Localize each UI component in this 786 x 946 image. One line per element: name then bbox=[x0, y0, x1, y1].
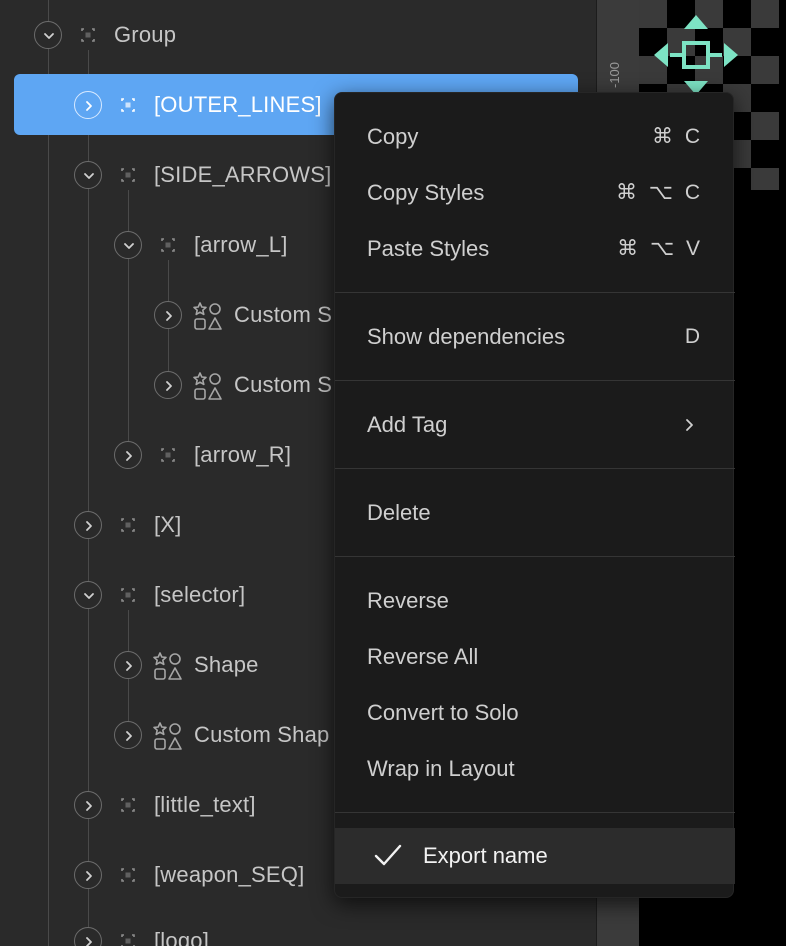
tree-row-label: Custom S bbox=[234, 302, 333, 327]
menu-item-label: Reverse All bbox=[367, 644, 479, 669]
tree-row-label: [little_text] bbox=[154, 792, 256, 817]
menu-item-shortcut: ⌘ ⌥ V bbox=[617, 237, 703, 260]
tree-row-label: [arrow_L] bbox=[194, 232, 288, 257]
frame-icon bbox=[121, 168, 135, 182]
frame-icon bbox=[121, 518, 135, 532]
checker-tile bbox=[751, 0, 779, 28]
chevron-right-icon bbox=[686, 419, 693, 431]
menu-item-label: Convert to Solo bbox=[367, 700, 519, 725]
chevron-right-icon[interactable] bbox=[154, 301, 182, 329]
checker-tile bbox=[751, 112, 779, 140]
menu-item-convert-to-solo[interactable]: Convert to Solo bbox=[335, 685, 735, 741]
checker-tile bbox=[751, 56, 779, 84]
chevron-right-icon[interactable] bbox=[74, 927, 102, 946]
tree-row-label: Group bbox=[114, 22, 177, 47]
tree-row-label: Custom Shap bbox=[194, 722, 330, 747]
tree-row-label: Custom S bbox=[234, 372, 333, 397]
shapes-icon bbox=[193, 302, 222, 330]
context-menu: Copy ⌘ C Copy Styles ⌘ ⌥ C Paste Styles … bbox=[334, 92, 735, 898]
frame-icon bbox=[161, 448, 175, 462]
menu-item-label: Copy bbox=[367, 124, 419, 149]
tree-row-logo[interactable]: [logo] bbox=[0, 906, 596, 946]
tree-row-label: [logo] bbox=[154, 928, 210, 946]
menu-separator bbox=[335, 556, 735, 557]
chevron-down-icon[interactable] bbox=[34, 21, 62, 49]
menu-item-label: Copy Styles bbox=[367, 180, 485, 205]
frame-icon bbox=[121, 798, 135, 812]
tree-row-label: [X] bbox=[154, 512, 182, 537]
menu-item-shortcut: ⌘ C bbox=[652, 125, 703, 148]
chevron-right-icon[interactable] bbox=[114, 441, 142, 469]
chevron-down-icon[interactable] bbox=[114, 231, 142, 259]
frame-icon bbox=[121, 588, 135, 602]
menu-separator bbox=[335, 292, 735, 293]
chevron-right-icon[interactable] bbox=[74, 91, 102, 119]
menu-item-label: Add Tag bbox=[367, 412, 448, 437]
menu-item-label: Show dependencies bbox=[367, 324, 566, 349]
shapes-icon bbox=[193, 372, 222, 400]
chevron-right-icon[interactable] bbox=[74, 791, 102, 819]
tree-row-label: [OUTER_LINES] bbox=[154, 92, 322, 117]
menu-item-export-name[interactable]: Export name bbox=[335, 828, 735, 884]
ruler-tick-label: -100 bbox=[607, 61, 622, 88]
menu-separator bbox=[335, 380, 735, 381]
menu-item-shortcut: D bbox=[684, 325, 703, 348]
menu-item-label: Wrap in Layout bbox=[367, 756, 515, 781]
chevron-right-icon[interactable] bbox=[114, 721, 142, 749]
move-arrows-icon[interactable] bbox=[654, 15, 738, 95]
frame-icon bbox=[121, 868, 135, 882]
menu-item-copy-styles[interactable]: Copy Styles ⌘ ⌥ C bbox=[335, 165, 735, 221]
menu-item-label: Paste Styles bbox=[367, 236, 490, 261]
menu-item-label: Export name bbox=[423, 843, 548, 868]
frame-icon bbox=[121, 934, 135, 946]
menu-item-delete[interactable]: Delete bbox=[335, 485, 735, 541]
tree-row-label: [arrow_R] bbox=[194, 442, 292, 467]
frame-icon bbox=[121, 98, 135, 112]
menu-item-show-dependencies[interactable]: Show dependencies D bbox=[335, 309, 735, 365]
tree-row-group[interactable]: Group bbox=[0, 0, 596, 70]
tree-row-label: [weapon_SEQ] bbox=[154, 862, 305, 887]
menu-item-wrap-in-layout[interactable]: Wrap in Layout bbox=[335, 741, 735, 797]
frame-icon bbox=[161, 238, 175, 252]
checkmark-icon bbox=[374, 844, 402, 866]
menu-item-add-tag[interactable]: Add Tag bbox=[335, 397, 735, 453]
frame-icon bbox=[81, 28, 95, 42]
checker-tile bbox=[751, 168, 779, 190]
menu-item-paste-styles[interactable]: Paste Styles ⌘ ⌥ V bbox=[335, 221, 735, 277]
chevron-down-icon[interactable] bbox=[74, 161, 102, 189]
chevron-right-icon[interactable] bbox=[154, 371, 182, 399]
menu-separator bbox=[335, 468, 735, 469]
menu-item-reverse-all[interactable]: Reverse All bbox=[335, 629, 735, 685]
shapes-icon bbox=[153, 722, 182, 750]
chevron-down-icon[interactable] bbox=[74, 581, 102, 609]
tree-row-label: [selector] bbox=[154, 582, 246, 607]
menu-item-shortcut: ⌘ ⌥ C bbox=[615, 181, 703, 204]
menu-item-reverse[interactable]: Reverse bbox=[335, 573, 735, 629]
menu-separator bbox=[335, 812, 735, 813]
shapes-icon bbox=[153, 652, 182, 680]
chevron-right-icon[interactable] bbox=[74, 861, 102, 889]
chevron-right-icon[interactable] bbox=[74, 511, 102, 539]
menu-item-label: Reverse bbox=[367, 588, 449, 613]
tree-row-label: [SIDE_ARROWS] bbox=[154, 162, 332, 187]
menu-item-copy[interactable]: Copy ⌘ C bbox=[335, 109, 735, 165]
chevron-right-icon[interactable] bbox=[114, 651, 142, 679]
menu-item-label: Delete bbox=[367, 500, 431, 525]
tree-row-label: Shape bbox=[194, 652, 259, 677]
